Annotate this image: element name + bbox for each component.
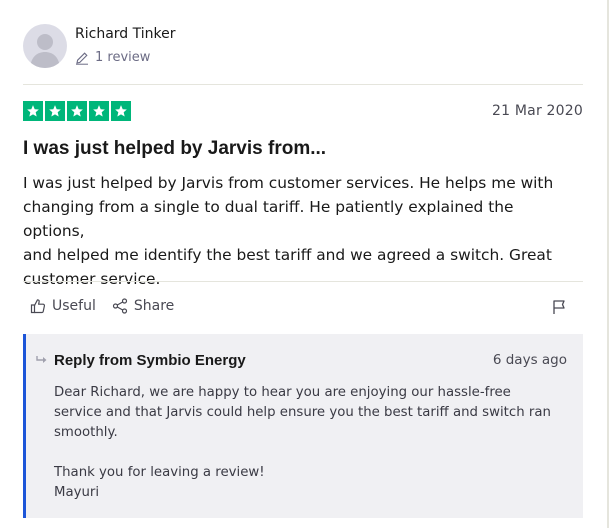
reply-text-line: Dear Richard, we are happy to hear you a… — [54, 385, 511, 400]
reply-author: Reply from Symbio Energy — [54, 352, 246, 369]
share-icon — [112, 298, 128, 314]
reply-text-line: smoothly. — [54, 425, 118, 440]
star-icon — [111, 101, 131, 121]
reply-text-line: Thank you for leaving a review! — [54, 465, 265, 480]
report-button[interactable] — [551, 299, 567, 315]
review-body-line: changing from a single to dual tariff. H… — [23, 198, 514, 240]
reviewer-review-count: 1 review — [75, 50, 150, 65]
review-title[interactable]: I was just helped by Jarvis from... — [23, 138, 326, 160]
star-icon — [45, 101, 65, 121]
header-divider — [23, 84, 583, 85]
star-icon — [23, 101, 43, 121]
review-body-line: customer service. — [23, 270, 161, 288]
company-reply: Reply from Symbio Energy 6 days ago Dear… — [23, 334, 583, 518]
star-icon — [89, 101, 109, 121]
review-actions: Useful Share — [30, 298, 174, 314]
useful-button[interactable]: Useful — [30, 298, 96, 314]
actions-divider — [23, 281, 583, 282]
user-silhouette-icon — [30, 34, 60, 68]
share-button[interactable]: Share — [112, 298, 174, 314]
pencil-icon — [75, 51, 89, 65]
reviewer-name[interactable]: Richard Tinker — [75, 26, 175, 42]
review-body-line: and helped me identify the best tariff a… — [23, 246, 552, 264]
useful-label: Useful — [52, 298, 96, 314]
reply-text-line: service and that Jarvis could help ensur… — [54, 405, 551, 420]
review-date: 21 Mar 2020 — [492, 103, 583, 119]
star-icon — [67, 101, 87, 121]
reply-date: 6 days ago — [492, 352, 567, 368]
reply-arrow-icon — [36, 355, 48, 365]
thumbs-up-icon — [30, 298, 46, 314]
review-count-label: 1 review — [95, 50, 151, 65]
star-rating — [23, 101, 131, 121]
review-body-line: I was just helped by Jarvis from custome… — [23, 174, 554, 192]
review-body: I was just helped by Jarvis from custome… — [23, 171, 579, 291]
avatar[interactable] — [23, 24, 67, 68]
reply-signature: Mayuri — [54, 485, 100, 500]
flag-icon — [551, 299, 567, 315]
share-label: Share — [133, 298, 175, 314]
